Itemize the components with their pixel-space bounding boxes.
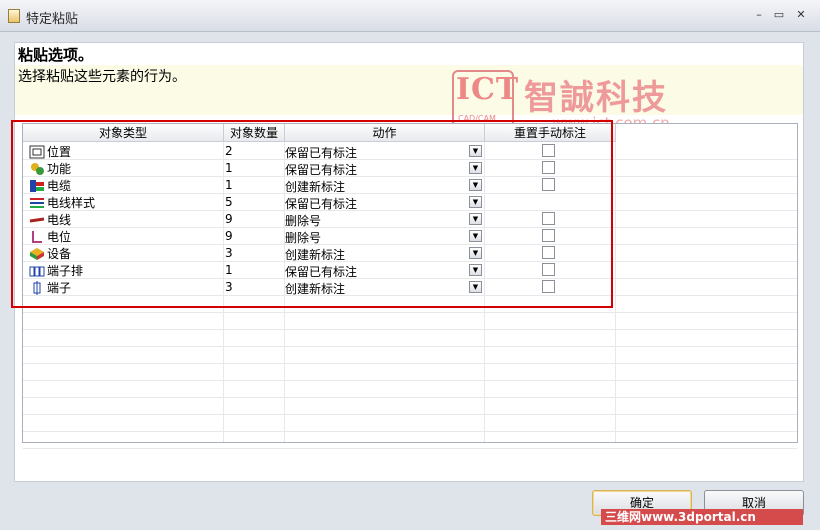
header-white xyxy=(15,43,803,65)
grid-line xyxy=(23,312,797,313)
footer-watermark: 三维网www.3dportal.cn xyxy=(601,509,803,525)
window-title: 特定粘贴 xyxy=(26,12,79,27)
paste-special-icon xyxy=(8,9,20,23)
grid-line xyxy=(23,397,797,398)
maximize-button[interactable]: ▭ xyxy=(770,6,788,24)
grid-line xyxy=(23,448,797,449)
grid-line xyxy=(23,380,797,381)
title-bar: 特定粘贴 – ▭ ✕ xyxy=(0,0,820,32)
minimize-button[interactable]: – xyxy=(750,6,768,24)
grid-line xyxy=(23,363,797,364)
highlight-annotation-box xyxy=(11,120,613,308)
grid-line xyxy=(23,414,797,415)
close-button[interactable]: ✕ xyxy=(792,6,810,24)
grid-line xyxy=(23,431,797,432)
page-subtitle: 选择粘贴这些元素的行为。 xyxy=(18,69,186,85)
watermark-ict: ICT xyxy=(456,72,520,107)
grid-line xyxy=(23,329,797,330)
page-title: 粘贴选项。 xyxy=(18,46,94,64)
grid-line xyxy=(23,346,797,347)
watermark-company: 智誠科技 xyxy=(524,78,668,118)
